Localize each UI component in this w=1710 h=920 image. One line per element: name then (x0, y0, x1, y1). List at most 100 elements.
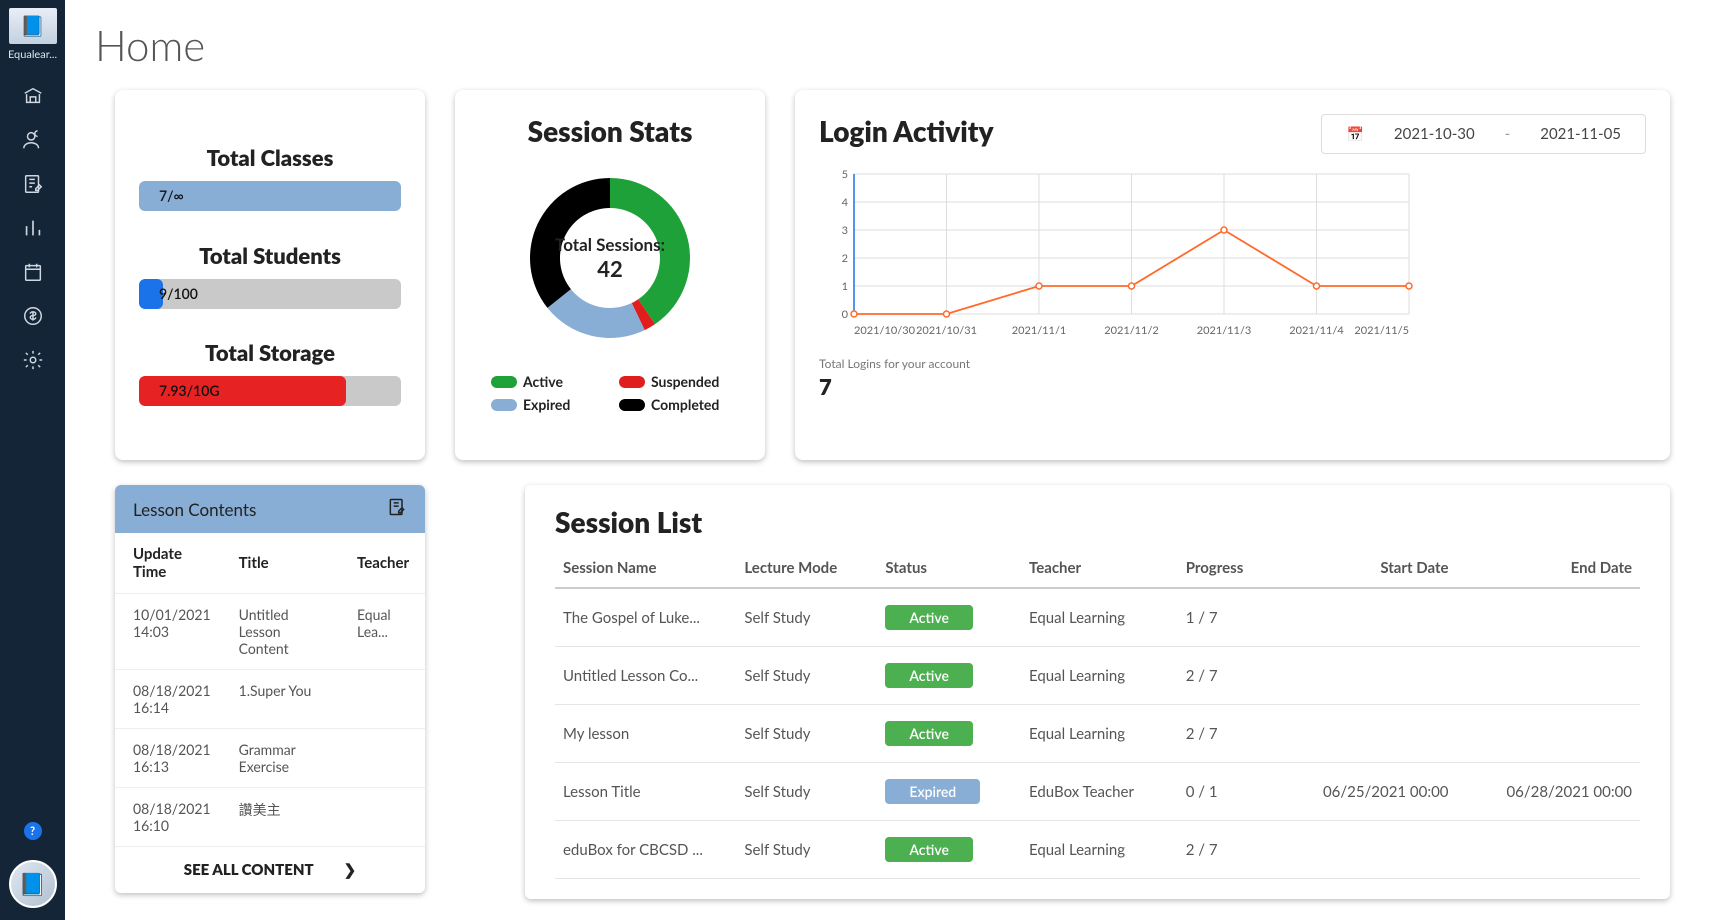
cell-status: Active (877, 821, 1021, 879)
cell-teacher: Equal Lea... (339, 594, 425, 670)
session-stats-legend: Active Suspended Expired Completed (479, 373, 741, 413)
svg-text:0: 0 (842, 308, 849, 321)
lesson-contents-card: Lesson Contents Update Time Title Teache… (115, 485, 425, 893)
th-teacher: Teacher (339, 533, 425, 594)
see-all-content-button[interactable]: SEE ALL CONTENT ❯ (115, 847, 425, 893)
cell-teacher: Equal Learning (1021, 588, 1178, 647)
cell-start-date (1273, 705, 1456, 763)
avatar[interactable]: 📘 (9, 860, 57, 908)
cell-end-date (1457, 821, 1641, 879)
page-title: Home (95, 20, 1670, 70)
session-list-title: Session List (555, 505, 1640, 539)
status-badge: Active (885, 605, 973, 630)
svg-text:2021/11/2: 2021/11/2 (1104, 324, 1159, 337)
table-row[interactable]: 10/01/2021 14:03Untitled Lesson ContentE… (115, 594, 425, 670)
date-range-end: 2021-11-05 (1540, 125, 1621, 143)
login-activity-title: Login Activity (819, 114, 994, 148)
th-title: Title (221, 533, 339, 594)
nav-settings-icon[interactable] (22, 349, 44, 371)
date-range-separator: - (1505, 125, 1511, 143)
cell-progress: 2 / 7 (1178, 821, 1273, 879)
nav-users-icon[interactable] (22, 129, 44, 151)
table-row[interactable]: Lesson TitleSelf StudyExpiredEduBox Teac… (555, 763, 1640, 821)
th-progress: Progress (1178, 549, 1273, 588)
calendar-icon: 📅 (1346, 125, 1363, 143)
cell-progress: 2 / 7 (1178, 705, 1273, 763)
table-row[interactable]: 08/18/2021 16:13Grammar Exercise (115, 729, 425, 788)
session-stats-donut: Total Sessions: 42 (510, 158, 710, 358)
session-stats-title: Session Stats (479, 114, 741, 148)
svg-text:5: 5 (842, 168, 848, 181)
login-activity-footer-value: 7 (819, 373, 1646, 400)
cell-lecture-mode: Self Study (736, 763, 877, 821)
brand-logo[interactable]: 📘 (9, 8, 57, 44)
th-session-name: Session Name (555, 549, 736, 588)
total-classes-label: Total Classes (139, 144, 401, 171)
cell-start-date (1273, 821, 1456, 879)
status-badge: Active (885, 721, 973, 746)
cell-end-date (1457, 705, 1641, 763)
cell-progress: 0 / 1 (1178, 763, 1273, 821)
date-range-picker[interactable]: 📅 2021-10-30 - 2021-11-05 (1321, 114, 1646, 154)
total-students-value: 9/100 (139, 279, 401, 309)
svg-text:2: 2 (842, 252, 848, 265)
date-range-start: 2021-10-30 (1394, 125, 1475, 143)
legend-label-completed: Completed (651, 396, 719, 413)
cell-session-name: Lesson Title (555, 763, 736, 821)
cell-status: Active (877, 588, 1021, 647)
nav-reports-icon[interactable] (22, 217, 44, 239)
cell-teacher: Equal Learning (1021, 705, 1178, 763)
cell-update-time: 10/01/2021 14:03 (115, 594, 221, 670)
nav-edit-icon[interactable] (22, 173, 44, 195)
table-row[interactable]: My lessonSelf Study Active Equal Learning2… (555, 705, 1640, 763)
table-row[interactable]: 08/18/2021 16:141.Super You (115, 670, 425, 729)
svg-text:2021/10/31: 2021/10/31 (916, 324, 977, 337)
status-badge: Active (885, 837, 973, 862)
cell-session-name: The Gospel of Luke... (555, 588, 736, 647)
svg-text:2021/10/30: 2021/10/30 (854, 324, 916, 337)
totals-card: Total Classes 7/∞ Total Students 9/100 T… (115, 90, 425, 460)
cell-update-time: 08/18/2021 16:14 (115, 670, 221, 729)
nav-billing-icon[interactable] (22, 305, 44, 327)
legend-swatch-suspended (619, 376, 645, 388)
cell-teacher: Equal Learning (1021, 647, 1178, 705)
cell-title: 讚美主 (221, 788, 339, 847)
cell-lecture-mode: Self Study (736, 705, 877, 763)
donut-center-value: 42 (597, 255, 623, 282)
cell-update-time: 08/18/2021 16:13 (115, 729, 221, 788)
cell-session-name: My lesson (555, 705, 736, 763)
cell-status: Active (877, 647, 1021, 705)
cell-teacher (339, 729, 425, 788)
cell-session-name: Untitled Lesson Co... (555, 647, 736, 705)
cell-update-time: 08/18/2021 16:10 (115, 788, 221, 847)
total-storage-value: 7.93/10G (139, 376, 401, 406)
total-storage-label: Total Storage (139, 339, 401, 366)
table-row[interactable]: The Gospel of Luke...Self StudyActiveEqu… (555, 588, 1640, 647)
svg-text:3: 3 (842, 224, 848, 237)
cell-title: Grammar Exercise (221, 729, 339, 788)
svg-text:2021/11/5: 2021/11/5 (1354, 324, 1409, 337)
nav-institution-icon[interactable] (22, 85, 44, 107)
svg-text:1: 1 (842, 280, 848, 293)
login-activity-footer-label: Total Logins for your account (819, 356, 1646, 371)
cell-end-date (1457, 588, 1641, 647)
table-row[interactable]: 08/18/2021 16:10讚美主 (115, 788, 425, 847)
login-activity-card: Login Activity 📅 2021-10-30 - 2021-11-05… (795, 90, 1670, 460)
total-classes-value: 7/∞ (139, 181, 401, 211)
table-row[interactable]: Untitled Lesson Co...Self StudyActiveEqu… (555, 647, 1640, 705)
cell-title: Untitled Lesson Content (221, 594, 339, 670)
help-icon[interactable]: ? (24, 822, 42, 840)
legend-swatch-active (491, 376, 517, 388)
cell-lecture-mode: Self Study (736, 821, 877, 879)
total-students-bar: 9/100 (139, 279, 401, 309)
session-list-card: Session List Session Name Lecture Mode S… (525, 485, 1670, 899)
nav-calendar-icon[interactable] (22, 261, 44, 283)
table-row[interactable]: eduBox for CBCSD ...Self StudyActiveEqua… (555, 821, 1640, 879)
cell-progress: 1 / 7 (1178, 588, 1273, 647)
cell-teacher: EduBox Teacher (1021, 763, 1178, 821)
th-update-time: Update Time (115, 533, 221, 594)
cell-start-date (1273, 647, 1456, 705)
sidebar: 📘 Equalear... (0, 0, 65, 920)
edit-icon[interactable] (387, 497, 407, 521)
total-storage-bar: 7.93/10G (139, 376, 401, 406)
